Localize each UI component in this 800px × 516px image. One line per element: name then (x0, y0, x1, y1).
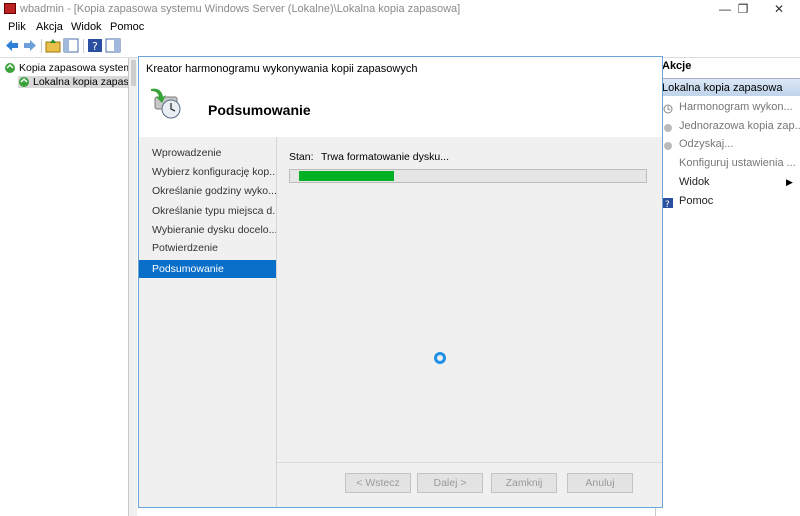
actions-section-header[interactable]: Lokalna kopia zapasowa (656, 78, 800, 96)
toolbar: ? (0, 35, 800, 58)
menu-view[interactable]: Widok (71, 21, 102, 33)
close-wizard-button[interactable]: Zamknij (491, 473, 557, 493)
action-view[interactable]: Widok ▶ (656, 173, 800, 191)
wizard-step: Określanie godziny wyko... (152, 185, 276, 197)
console-tree: Kopia zapasowa systemu W Lokalna kopia z… (0, 58, 129, 516)
action-schedule[interactable]: Harmonogram wykon... (656, 98, 800, 116)
tree-item-root[interactable]: Kopia zapasowa systemu W (4, 62, 128, 74)
help-icon[interactable]: ? (87, 38, 103, 53)
help-icon: ? (663, 196, 673, 210)
progress-fill (299, 171, 394, 181)
wizard-step-active: Podsumowanie (139, 260, 276, 278)
wizard-step: Wybierz konfigurację kop... (152, 166, 276, 178)
busy-spinner-icon (434, 352, 446, 364)
scrollbar-thumb[interactable] (131, 60, 136, 86)
wizard-step: Wybieranie dysku docelo... (152, 224, 276, 236)
close-button[interactable]: ✕ (764, 1, 794, 17)
actions-header: Akcje (662, 60, 692, 72)
tree-root-label: Kopia zapasowa systemu W (19, 62, 128, 74)
menu-help[interactable]: Pomoc (110, 21, 144, 33)
action-pane-icon[interactable] (105, 38, 121, 53)
title-bar: wbadmin - [Kopia zapasowa systemu Window… (0, 0, 800, 18)
recover-icon (663, 139, 673, 150)
svg-text:?: ? (92, 40, 98, 53)
backup-wizard-icon (147, 83, 185, 123)
actions-pane: Akcje Lokalna kopia zapasowa Harmonogram… (655, 58, 800, 516)
backup-once-icon (663, 121, 673, 132)
action-recover[interactable]: Odzyskaj... (656, 135, 800, 153)
back-arrow-icon[interactable] (4, 38, 20, 53)
wizard-step: Określanie typu miejsca d... (152, 205, 276, 217)
submenu-arrow-icon: ▶ (786, 177, 793, 187)
app-icon (4, 3, 16, 14)
dialog-title: Kreator harmonogramu wykonywania kopii z… (146, 63, 418, 75)
tree-item-local-backup[interactable]: Lokalna kopia zapasowa (18, 76, 128, 88)
action-help[interactable]: ? Pomoc (656, 192, 800, 210)
window-title: wbadmin - [Kopia zapasowa systemu Window… (20, 3, 461, 15)
backup-icon (18, 76, 30, 87)
action-backup-once[interactable]: Jednorazowa kopia zap... (656, 117, 800, 135)
up-folder-icon[interactable] (45, 38, 61, 53)
schedule-icon (663, 102, 673, 114)
status-text: Trwa formatowanie dysku... (321, 151, 449, 163)
restore-button[interactable]: ❐ (728, 1, 758, 17)
page-title: Podsumowanie (208, 102, 311, 118)
menu-action[interactable]: Akcja (36, 21, 63, 33)
wizard-step: Potwierdzenie (152, 242, 218, 254)
menu-file[interactable]: Plik (8, 21, 26, 33)
menu-bar: Plik Akcja Widok Pomoc (0, 18, 800, 35)
show-tree-icon[interactable] (63, 38, 79, 53)
pane-splitter[interactable] (129, 58, 137, 516)
wizard-step: Wprowadzenie (152, 147, 222, 159)
svg-text:?: ? (665, 200, 670, 208)
tree-child-label: Lokalna kopia zapasowa (33, 76, 128, 88)
back-button[interactable]: < Wstecz (345, 473, 411, 493)
action-configure[interactable]: Konfiguruj ustawienia ... (656, 154, 800, 172)
wizard-steps: Wprowadzenie Wybierz konfigurację kop...… (139, 137, 276, 507)
cancel-button[interactable]: Anuluj (567, 473, 633, 493)
wizard-dialog: Kreator harmonogramu wykonywania kopii z… (138, 56, 663, 508)
next-button[interactable]: Dalej > (417, 473, 483, 493)
wizard-content: Stan: Trwa formatowanie dysku... (277, 137, 662, 462)
backup-icon (4, 62, 16, 73)
progress-bar (289, 169, 647, 183)
dialog-body: Wprowadzenie Wybierz konfigurację kop...… (139, 137, 662, 507)
status-label: Stan: (289, 151, 314, 163)
forward-arrow-icon[interactable] (22, 38, 38, 53)
